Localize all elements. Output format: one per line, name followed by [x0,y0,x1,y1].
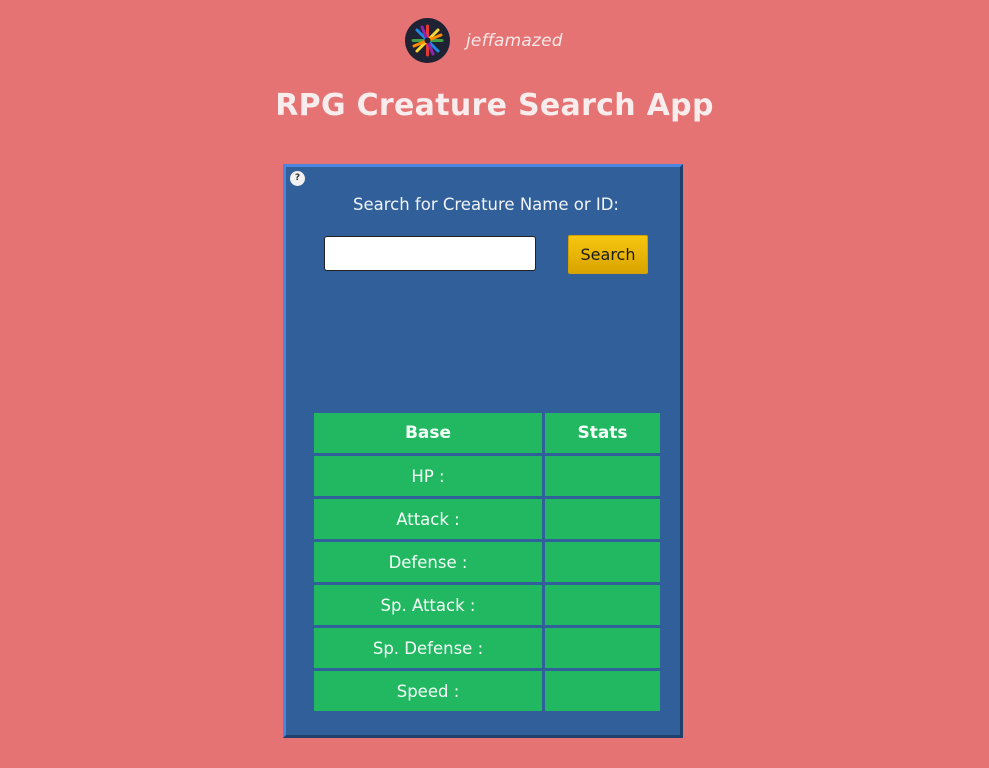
stat-label-sp-defense: Sp. Defense : [314,628,542,668]
table-header-row: Base Stats [314,413,660,453]
table-row: Sp. Defense : [314,628,660,668]
header-base: Base [314,413,542,453]
stat-value-defense [545,542,660,582]
table-row: Attack : [314,499,660,539]
stat-value-attack [545,499,660,539]
stat-value-speed [545,671,660,711]
stat-label-speed: Speed : [314,671,542,711]
stat-label-sp-attack: Sp. Attack : [314,585,542,625]
stat-value-sp-defense [545,628,660,668]
search-input[interactable] [324,236,536,271]
colorful-asterisk-logo-icon[interactable] [405,18,450,63]
brand: jeffamazed [405,18,563,63]
search-label: Search for Creature Name or ID: [353,195,619,214]
stat-label-defense: Defense : [314,542,542,582]
table-row: HP : [314,456,660,496]
brand-name[interactable]: jeffamazed [466,31,563,51]
stat-value-sp-attack [545,585,660,625]
header-stats: Stats [545,413,660,453]
stats-table: Base Stats HP : Attack : Defense : Sp. A… [311,410,663,714]
page-title: RPG Creature Search App [275,88,714,123]
search-button[interactable]: Search [568,235,648,274]
stat-label-attack: Attack : [314,499,542,539]
table-row: Sp. Attack : [314,585,660,625]
table-row: Speed : [314,671,660,711]
help-icon[interactable]: ? [290,171,305,186]
table-row: Defense : [314,542,660,582]
stat-label-hp: HP : [314,456,542,496]
stat-value-hp [545,456,660,496]
search-card: ? Search for Creature Name or ID: Search… [283,164,683,738]
